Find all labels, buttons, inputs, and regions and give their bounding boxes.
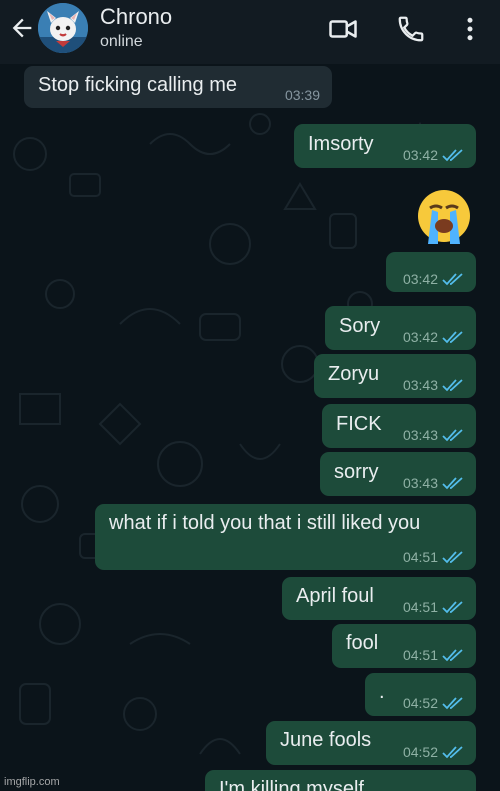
contact-name[interactable]: Chrono <box>100 4 172 30</box>
message-time: 04:52 <box>402 695 438 711</box>
outgoing-message[interactable]: Imsorty 03:42 <box>294 124 476 168</box>
outgoing-message[interactable]: April foul 04:51 <box>282 577 476 620</box>
outgoing-message[interactable]: fool 04:51 <box>332 624 476 668</box>
contact-avatar[interactable] <box>38 3 88 53</box>
read-ticks-icon <box>442 551 463 564</box>
outgoing-message[interactable]: . 04:52 <box>365 673 476 716</box>
message-text: Stop ficking calling me <box>38 74 237 96</box>
message-text: Sory <box>339 315 381 337</box>
voice-call-icon[interactable] <box>396 14 426 44</box>
message-text: Zoryu <box>328 363 380 385</box>
read-ticks-icon <box>442 601 463 614</box>
chat-header: Chrono online <box>0 0 500 64</box>
message-meta: 03:42 <box>403 271 464 287</box>
message-time: 03:42 <box>402 271 438 287</box>
outgoing-message[interactable]: Sory 03:42 <box>325 306 476 350</box>
outgoing-message[interactable]: sorry 03:43 <box>320 452 476 496</box>
message-meta: 03:43 <box>403 377 464 393</box>
message-meta: 04:52 <box>403 744 464 760</box>
message-time: 03:43 <box>402 475 438 491</box>
message-meta: 03:42 <box>403 147 464 163</box>
avatar-illustration <box>38 3 88 53</box>
read-ticks-icon <box>442 649 463 662</box>
watermark: imgflip.com <box>4 776 60 788</box>
message-text: Imsorty <box>308 133 374 155</box>
message-meta: 03:42 <box>403 329 464 345</box>
message-meta: 04:51 <box>403 647 464 663</box>
message-time: 04:52 <box>402 744 438 760</box>
message-time: 04:51 <box>402 647 438 663</box>
incoming-message[interactable]: Stop ficking calling me 03:39 <box>24 66 332 108</box>
message-meta: 03:43 <box>403 475 464 491</box>
message-text: FICK <box>336 413 382 435</box>
message-text: . <box>379 681 385 703</box>
message-text: I'm killing myself <box>219 778 364 791</box>
message-text: June fools <box>280 729 372 751</box>
message-time: 03:43 <box>402 427 438 443</box>
loudly-crying-face-icon <box>418 190 470 244</box>
message-meta: 04:51 <box>403 549 464 565</box>
message-meta: 03:39 <box>285 87 320 103</box>
outgoing-message[interactable]: FICK 03:43 <box>322 404 476 448</box>
outgoing-message[interactable]: Zoryu 03:43 <box>314 354 476 398</box>
message-meta: 04:52 <box>403 695 464 711</box>
message-text: April foul <box>296 585 374 607</box>
read-ticks-icon <box>442 429 463 442</box>
message-text: sorry <box>334 461 379 483</box>
back-arrow-icon[interactable] <box>8 14 36 42</box>
outgoing-message[interactable]: June fools 04:52 <box>266 721 476 765</box>
emoji-message-bubble[interactable]: 03:42 <box>386 252 476 292</box>
message-meta: 04:51 <box>403 599 464 615</box>
chat-area[interactable]: Stop ficking calling me 03:39 Imsorty 03:42… <box>0 64 500 791</box>
read-ticks-icon <box>442 149 463 162</box>
message-meta: 03:43 <box>403 427 464 443</box>
read-ticks-icon <box>442 746 463 759</box>
read-ticks-icon <box>442 273 463 286</box>
message-text: what if i told you that i still liked yo… <box>109 512 421 534</box>
message-time: 03:39 <box>284 87 320 103</box>
message-time: 04:51 <box>402 549 438 565</box>
read-ticks-icon <box>442 477 463 490</box>
more-options-icon[interactable] <box>455 14 485 44</box>
message-time: 04:51 <box>402 599 438 615</box>
message-time: 03:42 <box>402 147 438 163</box>
read-ticks-icon <box>442 331 463 344</box>
read-ticks-icon <box>442 379 463 392</box>
video-call-icon[interactable] <box>328 14 358 44</box>
read-ticks-icon <box>442 697 463 710</box>
message-time: 03:43 <box>402 377 438 393</box>
contact-status: online <box>100 33 143 50</box>
outgoing-message[interactable]: what if i told you that i still liked yo… <box>95 504 476 570</box>
message-time: 03:42 <box>402 329 438 345</box>
outgoing-message[interactable]: I'm killing myself <box>205 770 476 791</box>
message-text: fool <box>346 632 379 654</box>
